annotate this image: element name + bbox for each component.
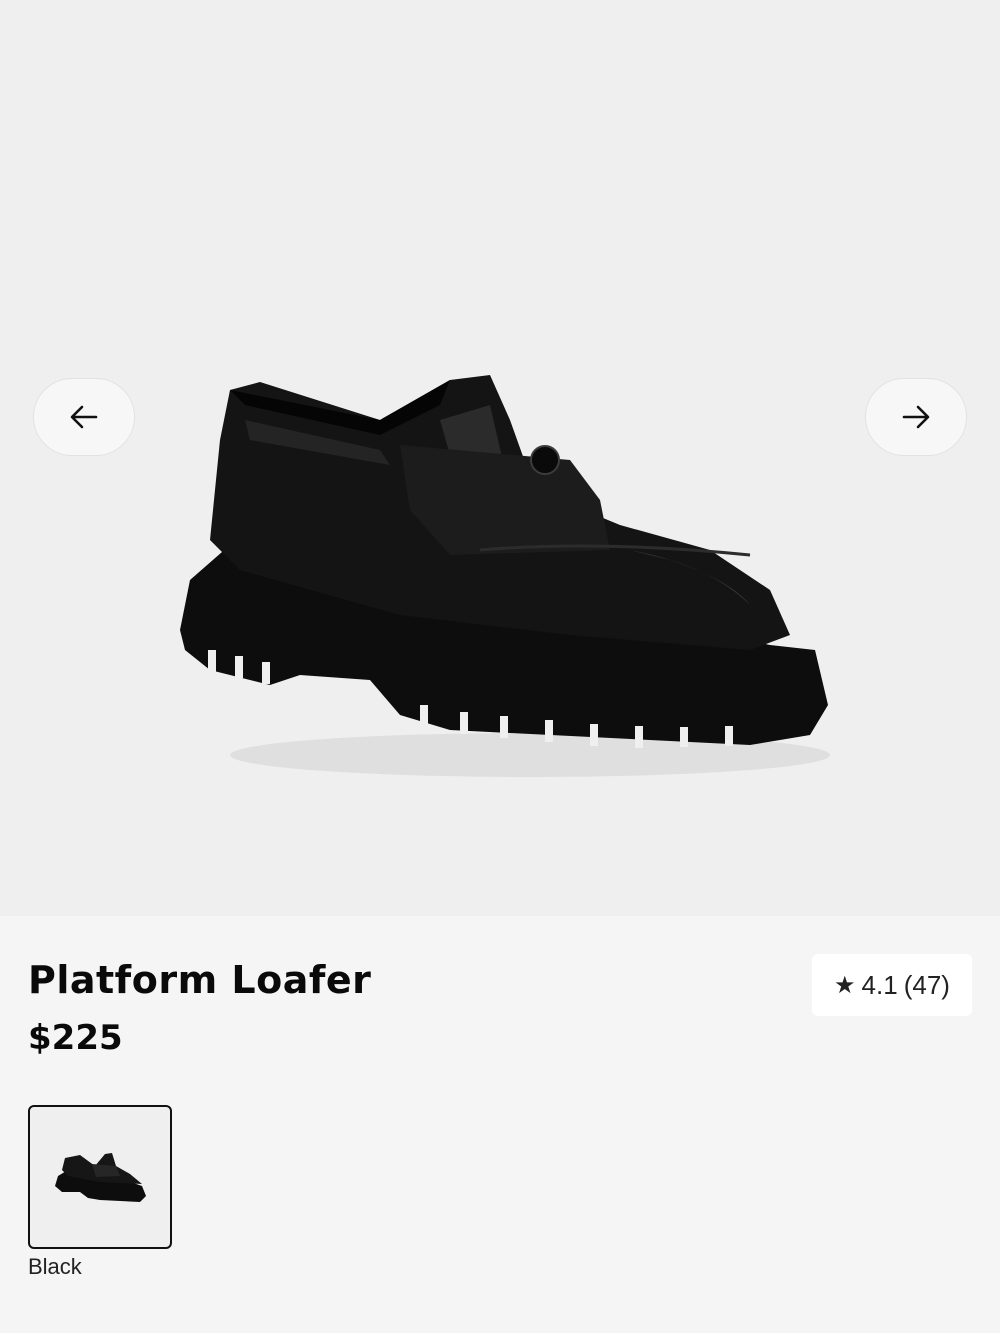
product-title: Platform Loafer bbox=[28, 958, 372, 1002]
previous-image-button[interactable] bbox=[33, 378, 135, 456]
arrow-right-icon bbox=[902, 405, 930, 429]
color-swatch-black[interactable] bbox=[28, 1105, 172, 1249]
product-info: Platform Loafer $225 ★ 4.1 (47) Black bbox=[0, 916, 1000, 1333]
product-image bbox=[180, 375, 830, 777]
swatch-thumbnail bbox=[55, 1153, 146, 1202]
product-price: $225 bbox=[28, 1018, 123, 1058]
rating-count: (47) bbox=[903, 969, 950, 1000]
next-image-button[interactable] bbox=[865, 378, 967, 456]
swatch-label: Black bbox=[28, 1254, 82, 1279]
rating-score: 4.1 bbox=[861, 969, 898, 1000]
arrow-left-icon bbox=[70, 405, 98, 429]
rating-badge[interactable]: ★ 4.1 (47) bbox=[812, 954, 972, 1016]
product-gallery bbox=[0, 0, 1000, 916]
star-icon: ★ bbox=[834, 971, 856, 999]
